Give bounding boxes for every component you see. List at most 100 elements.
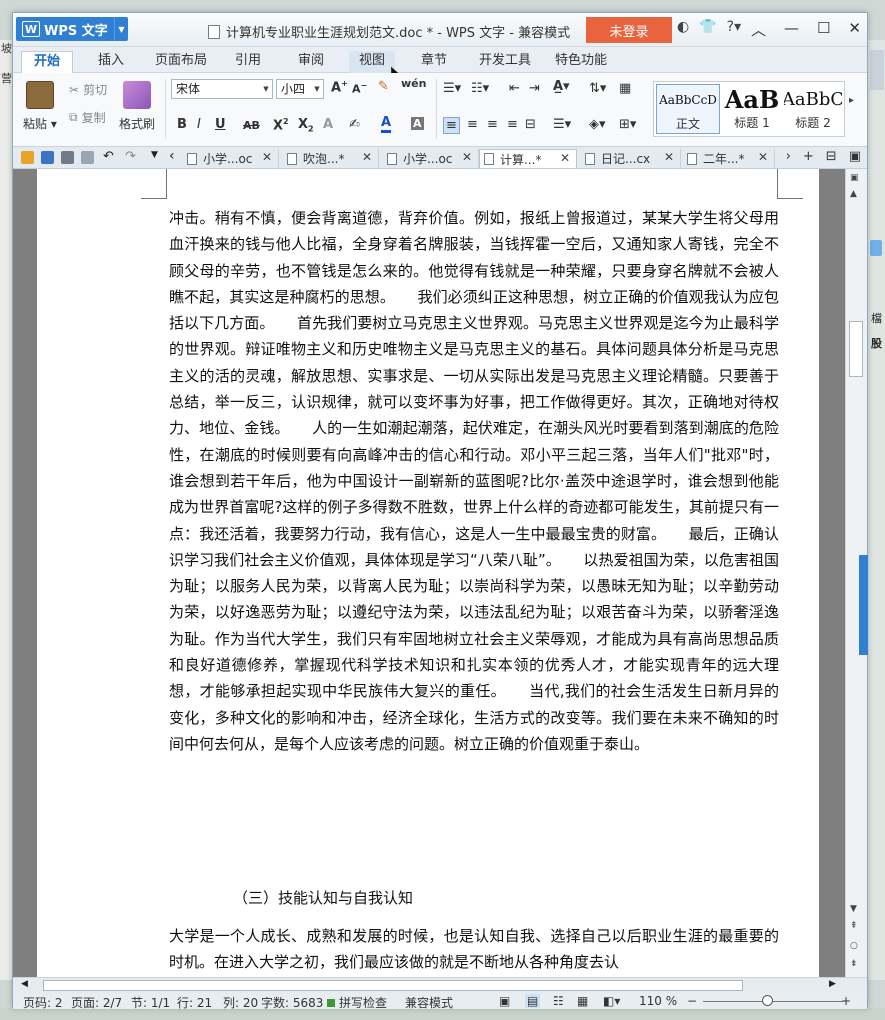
- open-icon[interactable]: [21, 151, 34, 164]
- font-name-select[interactable]: 宋体 ▼: [171, 79, 273, 99]
- document-page[interactable]: 冲击。稍有不慎，便会背离道德，背弃价值。例如，报纸上曾报道过，某某大学生将父母用…: [37, 169, 819, 977]
- help-icon[interactable]: ?▾: [727, 19, 741, 35]
- web-view-icon[interactable]: ▦: [577, 994, 588, 1008]
- tab-features[interactable]: 特色功能: [555, 51, 607, 73]
- scroll-down-icon[interactable]: ▼: [850, 904, 857, 914]
- minimize-button[interactable]: —: [784, 19, 799, 40]
- phonetic-icon[interactable]: wén: [401, 77, 426, 90]
- close-button[interactable]: ✕: [848, 19, 861, 40]
- format-painter-button[interactable]: 格式刷: [119, 81, 155, 132]
- skin-icon[interactable]: ◐: [677, 19, 689, 35]
- zoom-in-icon[interactable]: +: [841, 994, 851, 1008]
- close-icon[interactable]: ✕: [560, 151, 570, 165]
- font-size-select[interactable]: 小四 ▼: [276, 79, 324, 99]
- border-icon[interactable]: ⊞▾: [619, 117, 636, 132]
- app-menu-button[interactable]: W WPS 文字 ▼: [16, 17, 128, 41]
- bold-button[interactable]: B: [177, 117, 187, 132]
- document-tab-active[interactable]: 计算...* ✕: [479, 149, 577, 168]
- align-left-button[interactable]: ≡: [443, 117, 460, 134]
- spell-check-button[interactable]: 拼写检查: [327, 994, 387, 1011]
- align-center-button[interactable]: ≡: [467, 117, 478, 132]
- close-icon[interactable]: ✕: [664, 150, 674, 164]
- distributed-button[interactable]: ⊟: [525, 117, 536, 132]
- tab-list-icon[interactable]: ⊟: [826, 149, 837, 164]
- document-tab[interactable]: 日记...cx ✕: [581, 149, 681, 168]
- document-tab[interactable]: 吹泡...* ✕: [283, 149, 379, 168]
- superscript-button[interactable]: X2: [273, 117, 289, 133]
- tab-review[interactable]: 审阅: [298, 51, 324, 73]
- font-color-icon[interactable]: A: [381, 116, 392, 133]
- zoom-level[interactable]: 110 %: [639, 994, 677, 1008]
- grow-font-icon[interactable]: A+: [331, 79, 348, 95]
- tab-references[interactable]: 引用: [235, 51, 261, 73]
- zoom-out-icon[interactable]: −: [687, 994, 697, 1008]
- browse-object-icon[interactable]: ○: [850, 941, 858, 951]
- char-shading-icon[interactable]: A: [411, 117, 424, 130]
- document-tab[interactable]: 小学...oc ✕: [183, 149, 279, 168]
- tab-page-layout[interactable]: 页面布局: [155, 51, 207, 73]
- highlight-icon[interactable]: ✍: [349, 117, 360, 132]
- login-button[interactable]: 未登录: [586, 17, 672, 43]
- bullets-icon[interactable]: ☰▾: [443, 81, 461, 96]
- cut-button[interactable]: ✂ 剪切: [69, 81, 107, 98]
- scroll-right-icon[interactable]: ▶: [829, 979, 836, 989]
- print-preview-icon[interactable]: [81, 151, 94, 164]
- zoom-slider-track[interactable]: [703, 1001, 843, 1002]
- decrease-indent-icon[interactable]: ⇤: [509, 81, 520, 96]
- maximize-button[interactable]: ☐: [817, 19, 830, 40]
- vertical-scrollbar[interactable]: ▣ ▲ ▼ ⇞ ○ ⇟: [845, 169, 868, 977]
- align-right-button[interactable]: ≡: [487, 117, 498, 132]
- page-view-icon[interactable]: ▤: [525, 994, 541, 1008]
- shirt-icon[interactable]: 👕: [699, 19, 716, 35]
- print-icon[interactable]: [61, 151, 74, 164]
- chevron-down-icon[interactable]: ▼: [114, 17, 128, 41]
- collapse-ribbon-icon[interactable]: ︿: [751, 19, 766, 40]
- document-tab[interactable]: 二年...* ✕: [683, 149, 775, 168]
- line-spacing-icon[interactable]: ☰▾: [553, 117, 571, 132]
- tabs-next-icon[interactable]: ›: [786, 149, 791, 164]
- shrink-font-icon[interactable]: A−: [352, 81, 367, 96]
- style-normal[interactable]: AaBbCcD 正文: [656, 84, 720, 134]
- text-effect-icon[interactable]: A: [323, 117, 333, 132]
- redo-icon[interactable]: ↷: [125, 149, 136, 164]
- body-paragraph[interactable]: 冲击。稍有不慎，便会背离道德，背弃价值。例如，报纸上曾报道过，某某大学生将父母用…: [169, 205, 779, 757]
- section-heading[interactable]: （三）技能认知与自我认知: [233, 887, 413, 908]
- italic-button[interactable]: I: [197, 117, 201, 132]
- clear-format-icon[interactable]: ✎: [378, 79, 389, 94]
- outline-view-icon[interactable]: ☷: [553, 994, 564, 1008]
- body-paragraph-2[interactable]: 大学是一个人成长、成熟和发展的时候，也是认知自我、选择自己以后职业生涯的最重要的…: [169, 923, 779, 976]
- style-heading-1[interactable]: AaB 标题 1: [720, 84, 784, 134]
- text-direction-icon[interactable]: A̲▾: [553, 79, 570, 94]
- numbering-icon[interactable]: ☷▾: [471, 81, 489, 96]
- split-icon[interactable]: ▣: [850, 173, 859, 183]
- strikethrough-button[interactable]: AB: [243, 119, 260, 132]
- table-icon[interactable]: ▦: [619, 81, 631, 96]
- close-icon[interactable]: ✕: [262, 150, 272, 164]
- close-icon[interactable]: ✕: [758, 150, 768, 164]
- status-page[interactable]: 页码: 2: [23, 994, 63, 1011]
- subscript-button[interactable]: X2: [298, 117, 314, 134]
- side-panel-tab[interactable]: [859, 555, 868, 655]
- new-tab-icon[interactable]: +: [803, 149, 814, 164]
- horizontal-scroll-thumb[interactable]: [43, 980, 743, 991]
- horizontal-scrollbar[interactable]: ◀ ▶: [13, 977, 867, 993]
- tabs-prev-icon[interactable]: ‹: [169, 148, 175, 164]
- status-word-count[interactable]: 字数: 5683: [261, 994, 323, 1011]
- tab-home[interactable]: 开始: [21, 51, 74, 73]
- justify-button[interactable]: ≡: [507, 117, 518, 132]
- tab-insert[interactable]: 插入: [98, 51, 124, 73]
- tab-chapter[interactable]: 章节: [421, 51, 447, 73]
- tab-menu-icon[interactable]: ▣: [849, 149, 861, 164]
- zoom-slider-knob[interactable]: [762, 995, 773, 1006]
- undo-icon[interactable]: ↶: [103, 149, 114, 164]
- paste-button[interactable]: 粘贴 ▾: [23, 81, 57, 132]
- shading-icon[interactable]: ◈▾: [589, 117, 606, 132]
- next-page-icon[interactable]: ⇟: [850, 959, 858, 969]
- copy-button[interactable]: ⧉ 复制: [69, 109, 106, 126]
- scroll-up-icon[interactable]: ▲: [850, 189, 857, 199]
- close-icon[interactable]: ✕: [462, 150, 472, 164]
- document-tab[interactable]: 小学...oc ✕: [383, 149, 479, 168]
- styles-more-icon[interactable]: ▸: [849, 95, 854, 106]
- reading-mode-icon[interactable]: ◧▾: [603, 994, 620, 1008]
- chevron-down-icon[interactable]: ▼: [151, 150, 158, 160]
